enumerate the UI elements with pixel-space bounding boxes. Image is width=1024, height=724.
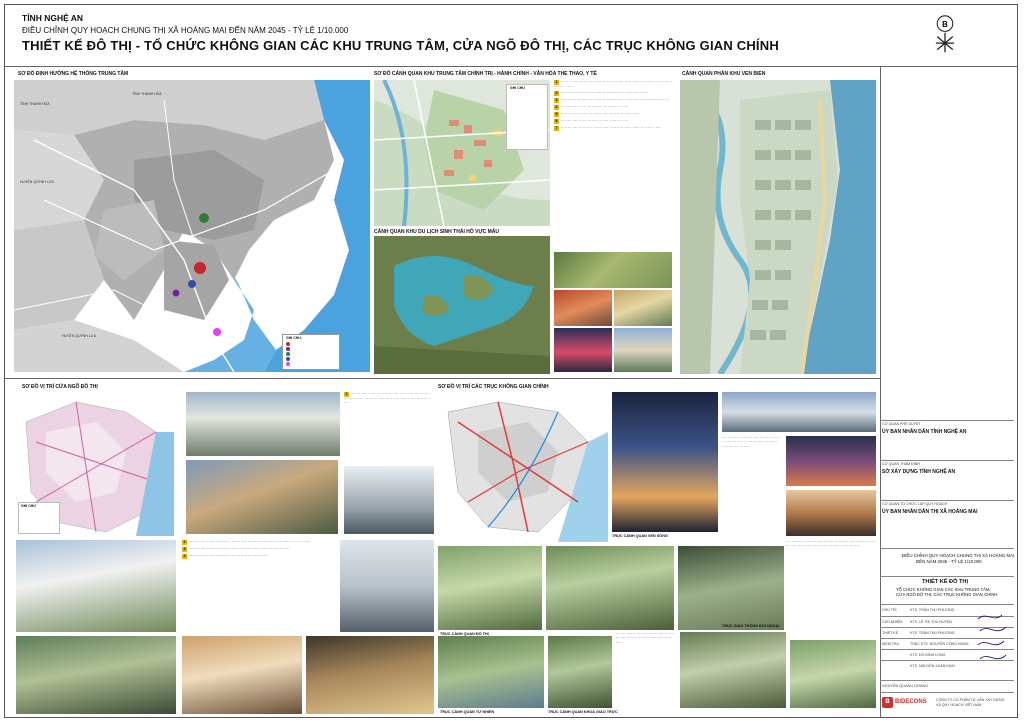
tb-appraisal-value: SỞ XÂY DỰNG TỈNH NGHỆ AN xyxy=(882,469,956,475)
photo-skyline xyxy=(722,392,876,432)
map-legend: GHI CHÚ: xyxy=(282,334,340,370)
company-logo-icon: B xyxy=(882,697,893,708)
lake-plan xyxy=(374,236,550,374)
photo-waterfront xyxy=(614,328,672,372)
panel-title-axes: SƠ ĐỒ VỊ TRÍ CÁC TRỤC KHÔNG GIAN CHÍNH xyxy=(438,384,549,390)
tb-appraisal: CƠ QUAN THẨM ĐỊNH SỞ XÂY DỰNG TỈNH NGHỆ … xyxy=(880,460,1014,483)
gateway-notes-2: 2 ···· ··· ····· ·· ···· ··· ····· ··· ··… xyxy=(182,540,311,559)
photo-gateway-crowd xyxy=(340,540,434,632)
central-legend-title: GHI CHÚ xyxy=(510,86,525,90)
tb-staff-name: KTS. ĐỖ ĐÌNH LONG xyxy=(910,653,946,657)
photo-evening-city xyxy=(786,490,876,536)
company-brand: BIDECONS xyxy=(895,699,927,705)
photo-park-avenue xyxy=(678,546,784,630)
gateway-map: GHI CHÚ xyxy=(16,392,174,536)
tb-staff-role: THIẾT KẾ xyxy=(882,631,899,635)
tb-staff-role: KIỂM TRA xyxy=(882,642,899,646)
photo-night-boulevard xyxy=(786,436,876,486)
gateway-legend: GHI CHÚ xyxy=(18,502,60,534)
project-subtitle: ĐIỀU CHỈNH QUY HOẠCH CHUNG THỊ XÃ HOÀNG … xyxy=(22,26,349,35)
sheet-title: THIẾT KẾ ĐÔ THỊ - TỔ CHỨC KHÔNG GIAN CÁC… xyxy=(22,38,779,53)
tb-staff-name: KTS. LÊ THỊ THU HUYỀN xyxy=(910,620,953,624)
tb-director-name: NGUYỄN QUANG HOÀNG xyxy=(882,684,929,688)
tb-drawing-sub-2: CỬA NGÕ ĐÔ THỊ, CÁC TRỤC KHÔNG GIAN CHÍN… xyxy=(896,592,998,597)
svg-text:B: B xyxy=(942,20,948,29)
panel-title-central-area: SƠ ĐỒ CẢNH QUAN KHU TRUNG TÂM CHÍNH TRỊ … xyxy=(374,71,597,77)
legend-title: GHI CHÚ: xyxy=(286,336,302,340)
tb-drawing-title: THIẾT KẾ ĐÔ THỊ TỔ CHỨC KHÔNG GIAN CÁC K… xyxy=(880,576,1014,603)
tb-staff-name: THẠC KTS. NGUYỄN CÔNG HÙNG xyxy=(910,642,969,646)
caption-science-axis: TRỤC CẢNH QUAN KHOA GIÁO TRỰC xyxy=(548,710,618,714)
legend-swatches xyxy=(286,342,292,367)
photo-cable-bridge xyxy=(16,540,176,632)
tb-staff-table: CHỦ TRÌ KTS. TRẦN THU PHƯƠNG CHỦ NHIỆM K… xyxy=(880,604,1014,677)
photo-rail-axis xyxy=(790,640,876,708)
tb-staff-name: KTS. NGUYỄN XUÂN KHAI xyxy=(910,664,955,668)
caption-natural-axis: TRỤC CẢNH QUAN TỰ NHIÊN xyxy=(440,710,495,714)
map-label-quynh-luu-2: HUYỆN QUỲNH LƯU xyxy=(62,334,97,338)
photo-arch-structure xyxy=(344,466,434,534)
company-name-1: CÔNG TY CỔ PHẦN TƯ VẤN XÂY DỰNG xyxy=(936,698,1005,702)
company-name-2: VÀ QUY HOẠCH VIỆT NAM xyxy=(936,703,982,707)
tb-staff-name: KTS. TRẦN THU PHƯƠNG xyxy=(910,631,955,635)
central-legend: GHI CHÚ xyxy=(506,84,548,150)
map-label-quynh-luu-1: HUYỆN QUỲNH LƯU xyxy=(20,180,55,184)
photo-interchange xyxy=(16,636,176,714)
panel-title-coastal: CẢNH QUAN PHÂN KHU VEN BIỂN xyxy=(682,71,766,77)
province-title: TỈNH NGHỆ AN xyxy=(22,13,84,23)
photo-plaza xyxy=(614,290,672,326)
tb-approval-label: CƠ QUAN PHÊ DUYỆT xyxy=(882,422,921,426)
signature-icon xyxy=(977,614,1007,660)
tb-organizer: CƠ QUAN TỔ CHỨC LẬP QUY HOẠCH ỦY BAN NHÂ… xyxy=(880,500,1014,523)
panel-title-gateways: SƠ ĐỒ VỊ TRÍ CỬA NGÕ ĐÔ THỊ xyxy=(22,384,98,390)
gateway-legend-title: GHI CHÚ xyxy=(21,504,36,508)
tb-approval-value: ỦY BAN NHÂN DÂN TỈNH NGHỆ AN xyxy=(882,429,967,435)
photo-station xyxy=(182,636,302,714)
center-system-map: TỈNH THANH HÓA TỈNH THANH HÓA HUYỆN QUỲN… xyxy=(14,80,370,372)
tb-appraisal-label: CƠ QUAN THẨM ĐỊNH xyxy=(882,462,920,466)
axes-notes-2: ···· ··· ····· ·· ···· ··· ····· ··· ···… xyxy=(786,540,875,549)
panel-title-centers: SƠ ĐỒ ĐỊNH HƯỚNG HỆ THỐNG TRUNG TÂM xyxy=(18,71,129,77)
tb-organizer-label: CƠ QUAN TỔ CHỨC LẬP QUY HOẠCH xyxy=(882,502,948,506)
photo-highway xyxy=(680,632,786,708)
tb-staff-role: CHỦ NHIỆM xyxy=(882,620,903,624)
photo-arch-gate xyxy=(186,460,338,534)
map-label-thanh-hoa-1: TỈNH THANH HÓA xyxy=(20,102,50,106)
axes-map xyxy=(438,392,608,542)
map-label-thanh-hoa-2: TỈNH THANH HÓA xyxy=(132,92,162,96)
photo-pavilion xyxy=(306,636,434,714)
tb-project-line-2: ĐẾN NĂM 2045 - TỶ LỆ 1/10.000 xyxy=(916,559,982,564)
tb-drawing-name: THIẾT KẾ ĐÔ THỊ xyxy=(922,579,968,585)
gateway-notes: 1 ···· ··· ····· ·· ···· ··· ····· ··· ··… xyxy=(344,392,431,406)
photo-urban-axis xyxy=(438,546,542,630)
photo-natural-axis xyxy=(438,636,544,708)
caption-external-axis: TRỤC GIAO THÔNG ĐỐI NGOẠI xyxy=(722,624,780,628)
tb-organizer-value: ỦY BAN NHÂN DÂN THỊ XÃ HOÀNG MAI xyxy=(882,509,978,515)
photo-mountain-axis xyxy=(548,636,612,708)
axes-notes: ···· ··· ····· ·· ···· ··· ····· ··· ···… xyxy=(722,436,780,449)
tb-project: ĐIỀU CHỈNH QUY HOẠCH CHUNG THỊ XÃ HOÀNG … xyxy=(880,548,1014,575)
caption-river-axis: TRỤC CẢNH QUAN VEN SÔNG xyxy=(612,534,668,538)
photo-civic-building xyxy=(554,290,612,326)
photo-river-axis xyxy=(612,392,718,532)
central-area-notes: 1 ······ ··· ···· ··· ··· ··· ·· ···· ···… xyxy=(554,80,672,132)
coastal-zone-plan xyxy=(680,80,876,374)
photo-park xyxy=(554,252,672,288)
photo-night-street xyxy=(554,328,612,372)
emblem-icon: B xyxy=(935,15,955,53)
photo-green-axis xyxy=(546,546,674,630)
tb-company: B BIDECONS CÔNG TY CỔ PHẦN TƯ VẤN XÂY DỰ… xyxy=(880,692,1014,717)
central-area-plan: GHI CHÚ xyxy=(374,80,550,226)
panel-title-lake: CẢNH QUAN KHU DU LỊCH SINH THÁI HỒ VỰC M… xyxy=(374,229,499,235)
axes-notes-3: ···· ··· ····· ·· ···· ··· ····· ··· ···… xyxy=(616,632,674,645)
tb-staff-role: CHỦ TRÌ xyxy=(882,608,897,612)
tb-approval: CƠ QUAN PHÊ DUYỆT ỦY BAN NHÂN DÂN TỈNH N… xyxy=(880,420,1014,443)
tb-project-line-1: ĐIỀU CHỈNH QUY HOẠCH CHUNG THỊ XÃ HOÀNG … xyxy=(902,553,1015,558)
tb-staff-name: KTS. TRẦN THU PHƯƠNG xyxy=(910,608,955,612)
photo-gateway-bridge xyxy=(186,392,340,456)
